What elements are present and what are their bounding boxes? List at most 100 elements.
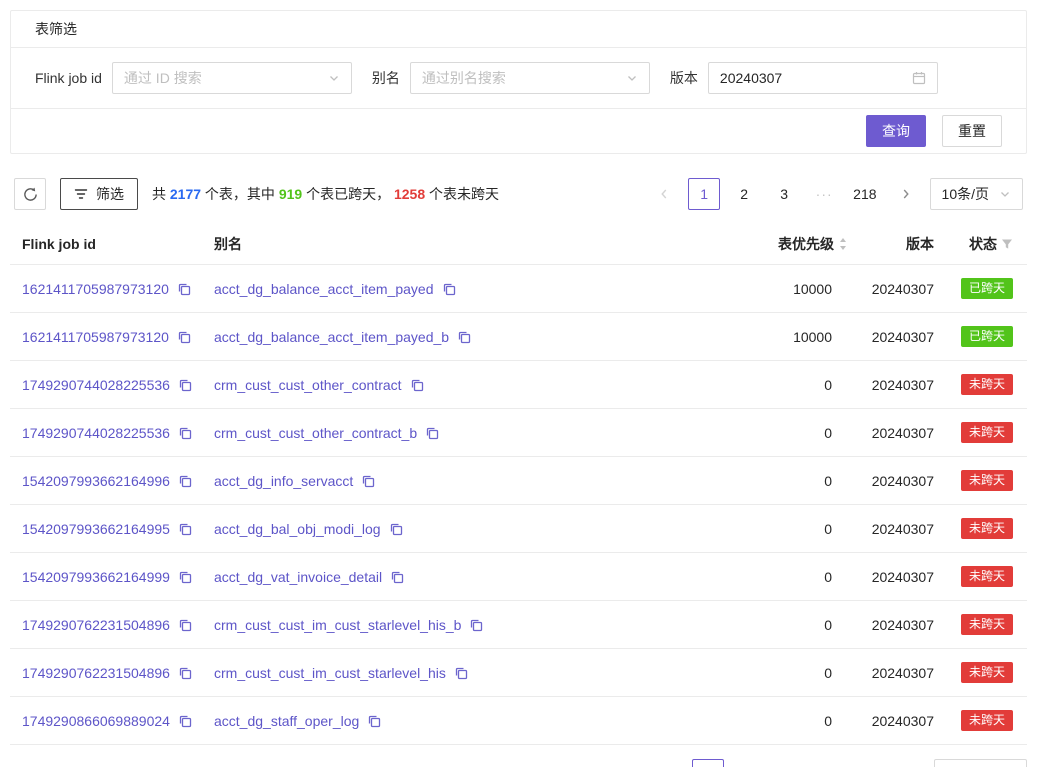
copy-icon[interactable] (390, 570, 404, 584)
job-id-select[interactable]: 通过 ID 搜索 (112, 62, 352, 94)
copy-icon[interactable] (410, 378, 424, 392)
pagination-page-2[interactable]: 2 (728, 178, 760, 210)
pagination-pages: 123···218 (648, 178, 921, 210)
job-id-link[interactable]: 1621411705987973120 (22, 281, 169, 297)
copy-icon[interactable] (178, 666, 192, 680)
alias-link[interactable]: acct_dg_balance_acct_item_payed (214, 281, 434, 297)
filter-toggle-button[interactable]: 筛选 (60, 178, 138, 210)
status-badge: 已跨天 (961, 278, 1013, 299)
pagination-page-3[interactable]: 3 (772, 759, 804, 767)
chevron-down-icon (626, 72, 638, 84)
job-id-link[interactable]: 1542097993662164996 (22, 473, 170, 489)
priority-cell: 0 (692, 409, 856, 457)
copy-icon[interactable] (367, 714, 381, 728)
chevron-left-icon (659, 188, 669, 200)
filter-panel: 表筛选 Flink job id 通过 ID 搜索 别名 通过别名搜索 版本 (10, 10, 1027, 154)
filter-panel-title: 表筛选 (11, 11, 1026, 48)
job-id-link[interactable]: 1621411705987973120 (22, 329, 169, 345)
status-badge: 未跨天 (961, 614, 1013, 635)
pagination-ellipsis[interactable]: ··· (812, 759, 844, 767)
copy-icon[interactable] (178, 378, 192, 392)
alias-link[interactable]: crm_cust_cust_im_cust_starlevel_his_b (214, 617, 461, 633)
copy-icon[interactable] (454, 666, 468, 680)
copy-icon[interactable] (178, 714, 192, 728)
version-field: 版本 20240307 (670, 62, 938, 94)
copy-icon[interactable] (178, 618, 192, 632)
copy-icon[interactable] (177, 330, 191, 344)
pagination-next[interactable] (894, 759, 926, 767)
alias-link[interactable]: acct_dg_balance_acct_item_payed_b (214, 329, 449, 345)
version-cell: 20240307 (856, 505, 942, 553)
job-id-link[interactable]: 1749290744028225536 (22, 425, 170, 441)
version-cell: 20240307 (856, 697, 942, 745)
copy-icon[interactable] (178, 570, 192, 584)
status-badge: 已跨天 (961, 326, 1013, 347)
copy-icon[interactable] (178, 474, 192, 488)
pagination-page-218[interactable]: 218 (848, 178, 881, 210)
pagination-page-3[interactable]: 3 (768, 178, 800, 210)
copy-icon[interactable] (425, 426, 439, 440)
table-row: 1542097993662164995 acct_dg_bal_obj_modi… (10, 505, 1027, 553)
status-badge: 未跨天 (961, 662, 1013, 683)
priority-cell: 0 (692, 505, 856, 553)
pagination-page-1[interactable]: 1 (688, 178, 720, 210)
job-id-link[interactable]: 1749290762231504896 (22, 665, 170, 681)
alias-label: 别名 (372, 68, 400, 88)
status-header-label: 状态 (969, 234, 997, 254)
copy-icon[interactable] (178, 522, 192, 536)
copy-icon[interactable] (469, 618, 483, 632)
job-id-link[interactable]: 1749290762231504896 (22, 617, 170, 633)
table-header-row: Flink job id 别名 表优先级 版本 状态 (10, 224, 1027, 265)
summary-part3: 个表已跨天， (302, 186, 394, 202)
page-size-select[interactable]: 10条/页 (930, 178, 1023, 210)
job-id-link[interactable]: 1542097993662164999 (22, 569, 170, 585)
alias-link[interactable]: acct_dg_info_servacct (214, 473, 353, 489)
version-date-input[interactable]: 20240307 (708, 62, 938, 94)
priority-header-label: 表优先级 (778, 234, 834, 254)
alias-link[interactable]: acct_dg_bal_obj_modi_log (214, 521, 381, 537)
table-body: 1621411705987973120 acct_dg_balance_acct… (10, 265, 1027, 745)
table-row: 1749290762231504896 crm_cust_cust_im_cus… (10, 601, 1027, 649)
job-id-link[interactable]: 1749290744028225536 (22, 377, 170, 393)
pagination-page-1[interactable]: 1 (692, 759, 724, 767)
column-filter-icon[interactable] (1001, 238, 1013, 250)
alias-link[interactable]: crm_cust_cust_other_contract_b (214, 425, 417, 441)
summary-text: 共 2177 个表，其中 919 个表已跨天， 1258 个表未跨天 (152, 184, 499, 204)
copy-icon[interactable] (457, 330, 471, 344)
pagination-prev[interactable] (652, 759, 684, 767)
results-table: Flink job id 别名 表优先级 版本 状态 (10, 224, 1027, 745)
column-header-priority[interactable]: 表优先级 (692, 224, 856, 265)
search-button[interactable]: 查询 (866, 115, 926, 147)
pagination-ellipsis[interactable]: ··· (808, 178, 840, 210)
page-size-value: 10条/页 (942, 184, 989, 204)
table-row: 1749290744028225536 crm_cust_cust_other_… (10, 409, 1027, 457)
refresh-button[interactable] (14, 178, 46, 210)
alias-link[interactable]: crm_cust_cust_im_cust_starlevel_his (214, 665, 446, 681)
calendar-icon (912, 71, 926, 85)
pagination-prev[interactable] (648, 178, 680, 210)
copy-icon[interactable] (361, 474, 375, 488)
alias-select[interactable]: 通过别名搜索 (410, 62, 650, 94)
table-row: 1749290866069889024 acct_dg_staff_oper_l… (10, 697, 1027, 745)
job-id-link[interactable]: 1542097993662164995 (22, 521, 170, 537)
table-row: 1542097993662164996 acct_dg_info_servacc… (10, 457, 1027, 505)
table-row: 1749290762231504896 crm_cust_cust_im_cus… (10, 649, 1027, 697)
column-header-status: 状态 (942, 224, 1027, 265)
alias-link[interactable]: crm_cust_cust_other_contract (214, 377, 402, 393)
sort-icon[interactable] (838, 237, 848, 251)
reset-button[interactable]: 重置 (942, 115, 1002, 147)
page-size-select[interactable]: 10条/页 (934, 759, 1027, 767)
alias-link[interactable]: acct_dg_vat_invoice_detail (214, 569, 382, 585)
pagination-next[interactable] (890, 178, 922, 210)
pagination-page-2[interactable]: 2 (732, 759, 764, 767)
job-id-link[interactable]: 1749290866069889024 (22, 713, 170, 729)
status-badge: 未跨天 (961, 470, 1013, 491)
copy-icon[interactable] (177, 282, 191, 296)
copy-icon[interactable] (178, 426, 192, 440)
alias-link[interactable]: acct_dg_staff_oper_log (214, 713, 359, 729)
copy-icon[interactable] (442, 282, 456, 296)
copy-icon[interactable] (389, 522, 403, 536)
alias-field: 别名 通过别名搜索 (372, 62, 650, 94)
priority-cell: 0 (692, 361, 856, 409)
pagination-page-218[interactable]: 218 (852, 759, 885, 767)
